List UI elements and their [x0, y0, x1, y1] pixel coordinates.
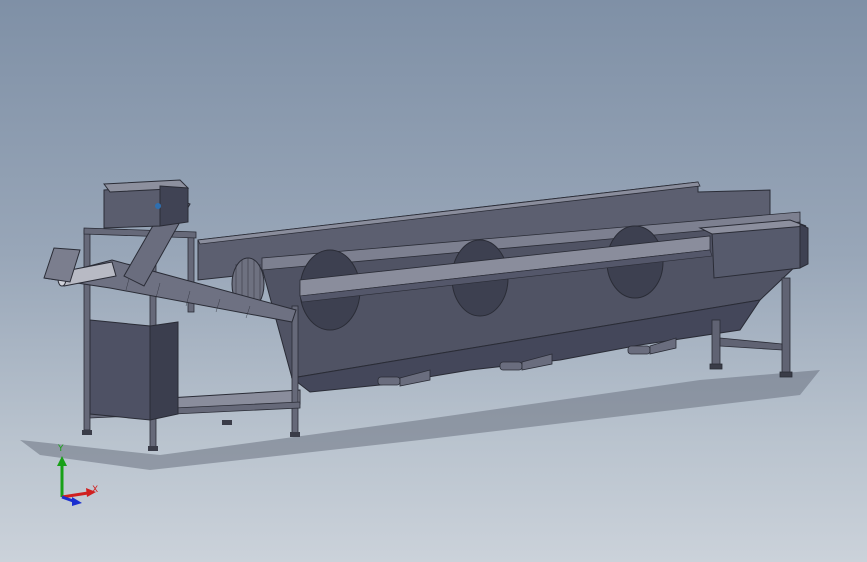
- coordinate-triad: Y X: [50, 440, 110, 510]
- x-axis-label: X: [92, 485, 99, 495]
- cad-viewport[interactable]: Y X: [0, 0, 867, 562]
- machine-model[interactable]: [0, 0, 867, 562]
- control-cabinet-side: [149, 321, 179, 421]
- y-axis-arrow-icon: [57, 456, 67, 466]
- motor-indicator: [155, 203, 161, 209]
- y-axis-label: Y: [58, 444, 64, 454]
- motor-box-right-side: [799, 223, 809, 269]
- control-cabinet: [89, 319, 151, 421]
- x-axis-line: [61, 491, 89, 499]
- elevator-motor-side: [159, 185, 189, 227]
- z-axis-arrow-icon: [72, 497, 82, 506]
